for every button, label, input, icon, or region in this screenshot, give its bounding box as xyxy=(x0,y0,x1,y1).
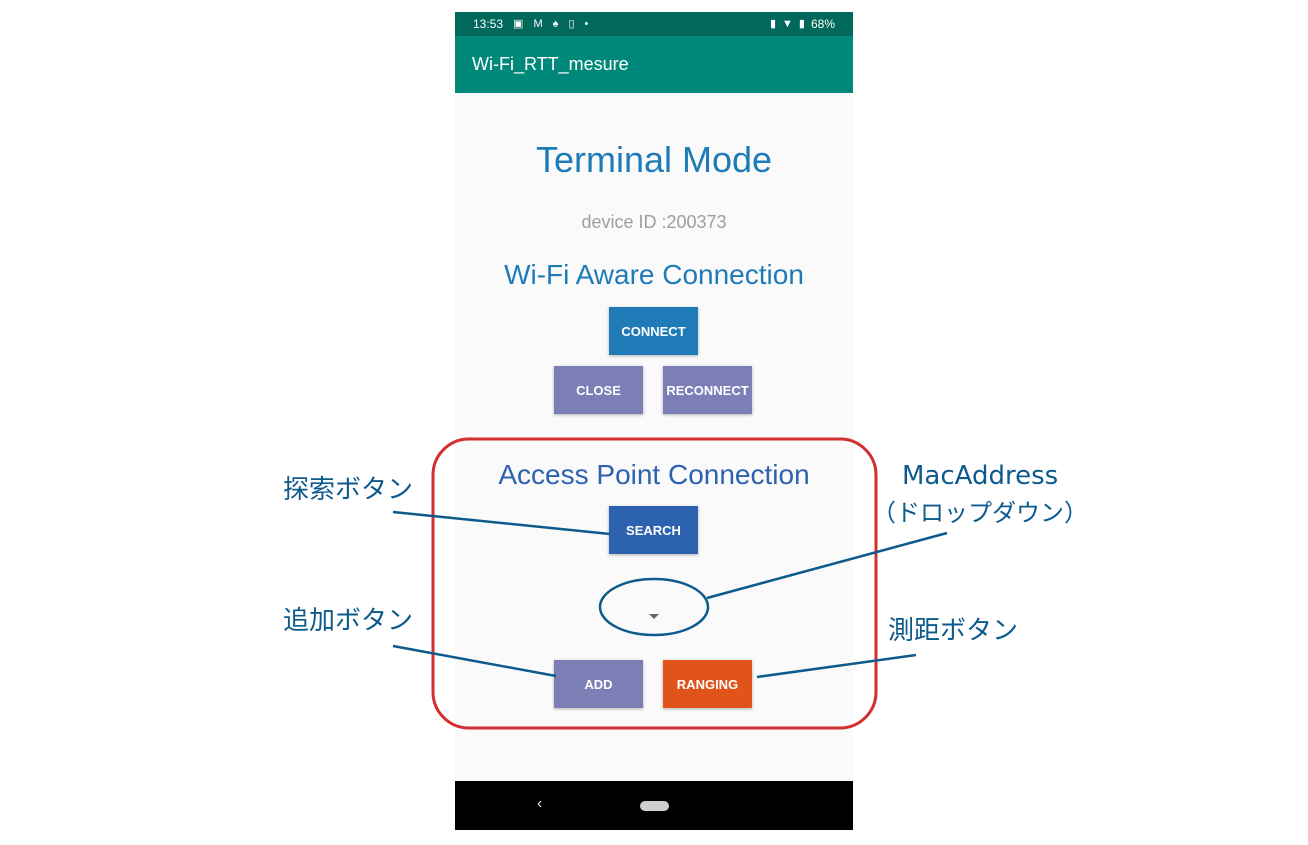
mac-annotation-line2: （ドロップダウン） xyxy=(872,499,1088,527)
search-annotation: 探索ボタン xyxy=(283,475,414,505)
search-pointer-line xyxy=(392,510,611,536)
add-pointer-line xyxy=(392,644,557,678)
add-annotation: 追加ボタン xyxy=(283,606,414,636)
highlight-box xyxy=(431,437,878,730)
mac-pointer-line xyxy=(706,531,948,600)
annotation-overlay xyxy=(392,437,948,730)
dropdown-highlight-ellipse xyxy=(598,577,710,637)
mac-annotation-line1: MacAddress xyxy=(902,461,1059,491)
ranging-annotation: 測距ボタン xyxy=(888,616,1019,646)
ranging-pointer-line xyxy=(756,653,917,679)
